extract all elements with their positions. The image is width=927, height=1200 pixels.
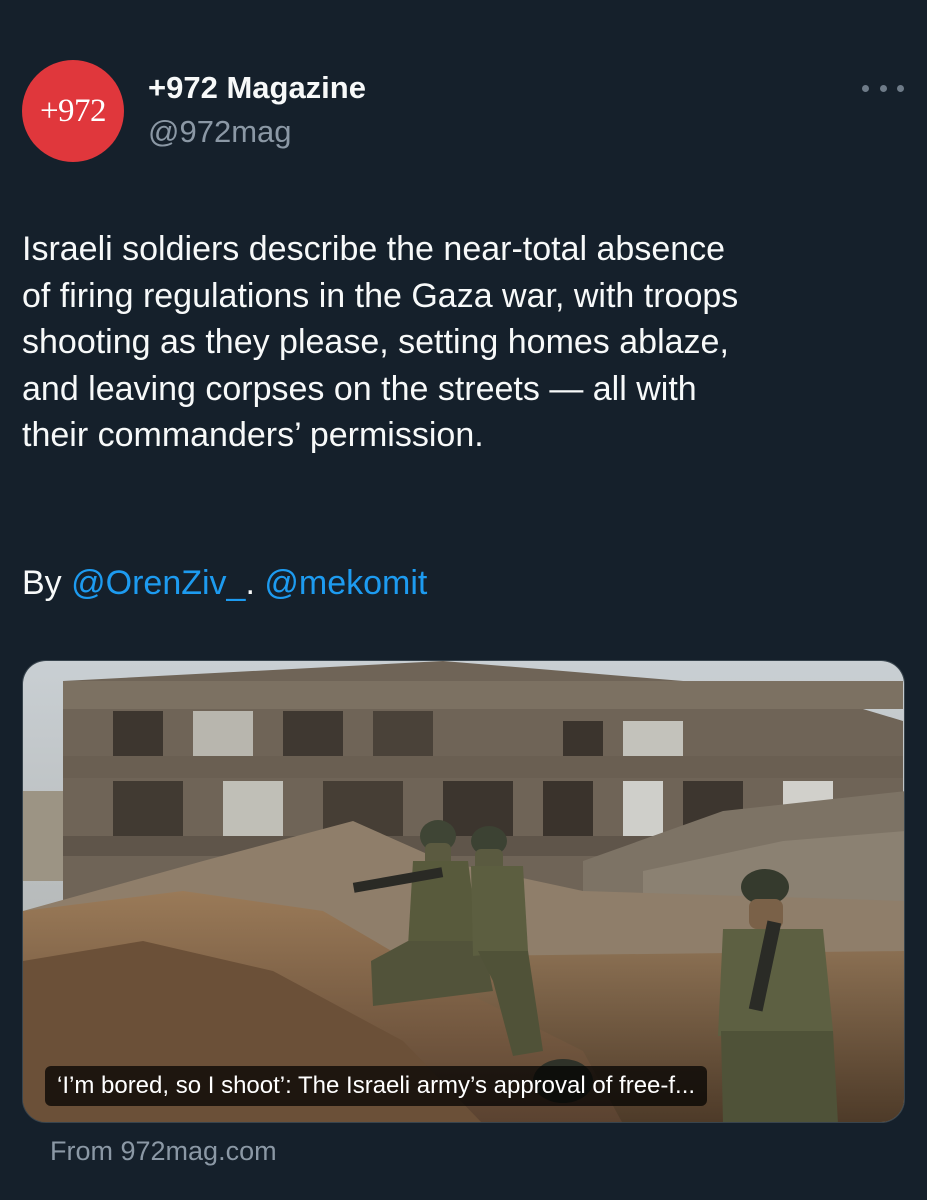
more-horizontal-icon-dot: [897, 84, 904, 92]
mention-link-mekomit[interactable]: @mekomit: [264, 564, 427, 602]
avatar[interactable]: +972: [22, 60, 124, 162]
byline: By @OrenZiv_. @mekomit: [22, 560, 427, 606]
byline-separator: .: [245, 564, 265, 602]
display-name[interactable]: +972 Magazine: [148, 70, 366, 106]
more-options-button[interactable]: [862, 76, 904, 100]
more-horizontal-icon: [862, 84, 869, 92]
tweet-text: Israeli soldiers describe the near-total…: [22, 230, 739, 454]
link-card[interactable]: ‘I’m bored, so I shoot’: The Israeli arm…: [22, 660, 905, 1123]
avatar-logo-text: +972: [39, 92, 107, 129]
more-horizontal-icon-dot: [879, 84, 887, 92]
mention-link-orenziv[interactable]: @OrenZiv_: [71, 564, 245, 602]
link-source[interactable]: From 972mag.com: [50, 1136, 277, 1167]
user-handle[interactable]: @972mag: [148, 114, 292, 150]
link-card-title: ‘I’m bored, so I shoot’: The Israeli arm…: [45, 1066, 708, 1106]
byline-prefix: By: [22, 564, 72, 602]
link-card-image: [23, 661, 904, 1122]
tweet: +972 +972 Magazine @972mag Israeli soldi…: [0, 0, 927, 1200]
